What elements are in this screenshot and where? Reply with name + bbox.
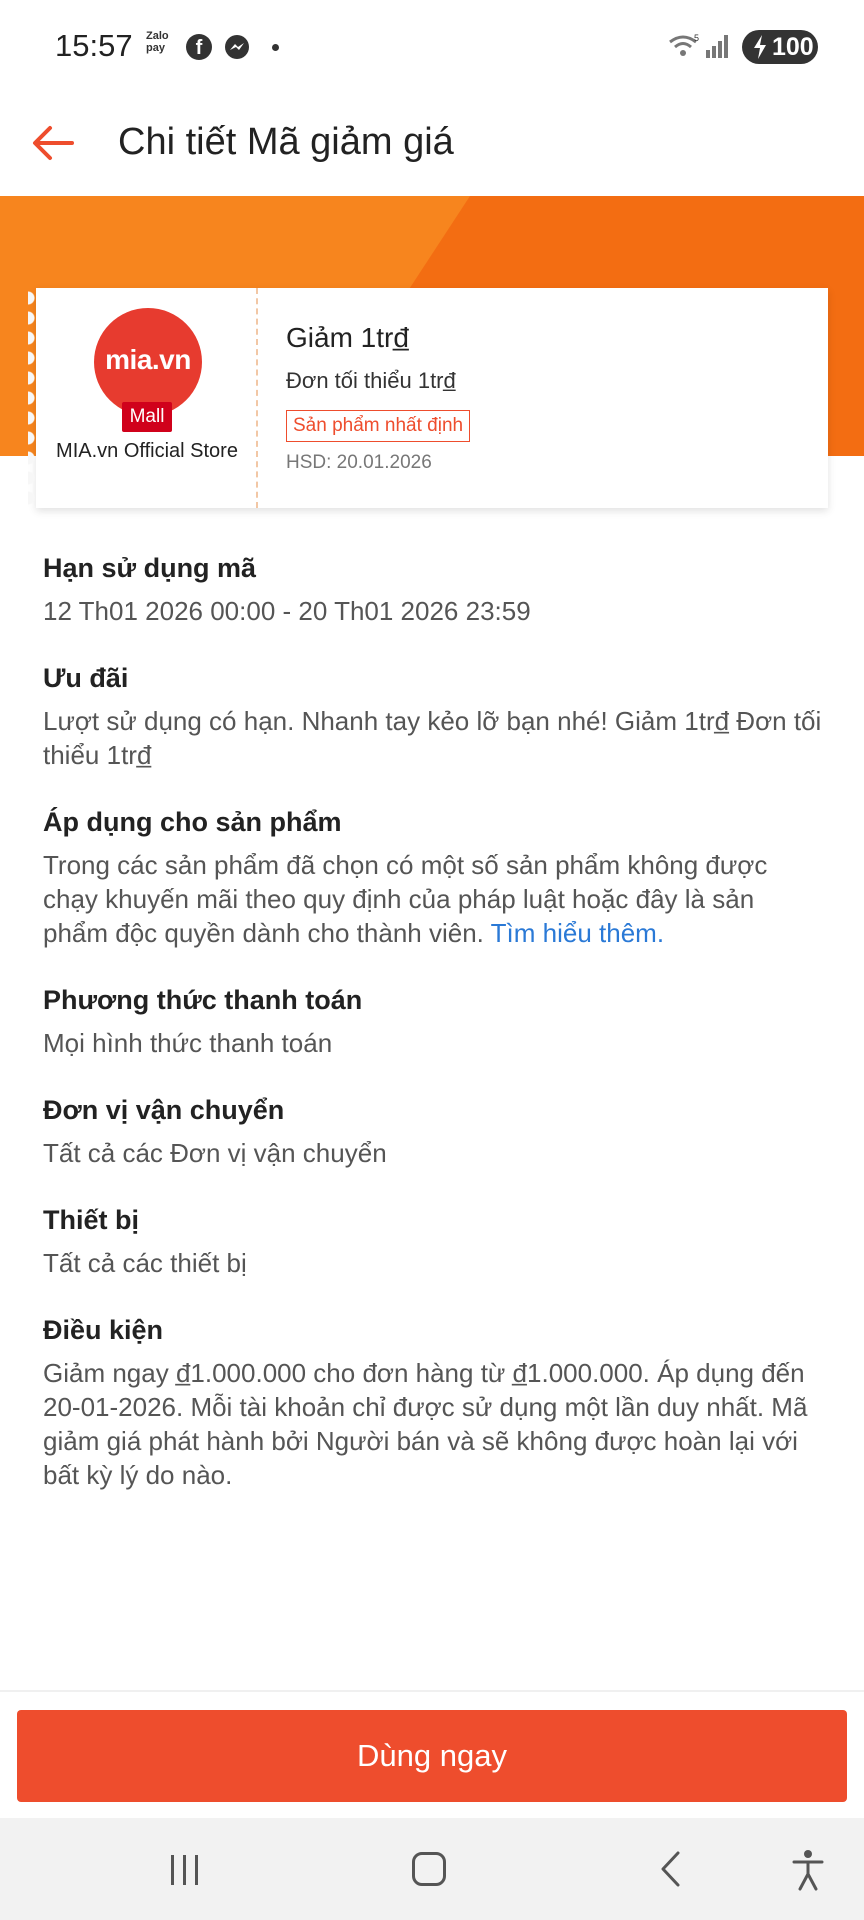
store-name: MIA.vn Official Store	[56, 440, 238, 462]
section-body: Trong các sản phẩm đã chọn có một số sản…	[43, 848, 823, 950]
section-applicable-products: Áp dụng cho sản phẩm Trong các sản phẩm …	[43, 802, 823, 950]
section-device: Thiết bị Tất cả các thiết bị	[43, 1200, 823, 1280]
voucher-min-order: Đơn tối thiểu 1trđ̲	[286, 368, 456, 393]
voucher-expiry: HSD: 20.01.2026	[286, 452, 432, 473]
section-body: Tất cả các thiết bị	[43, 1248, 247, 1278]
section-conditions: Điều kiện Giảm ngay đ̲1.000.000 cho đơn …	[43, 1310, 823, 1492]
section-body: 12 Th01 2026 00:00 - 20 Th01 2026 23:59	[43, 596, 531, 626]
learn-more-link[interactable]: Tìm hiểu thêm.	[491, 918, 664, 948]
zalopay-line2: pay	[146, 42, 165, 54]
battery-level: 100	[772, 33, 814, 61]
signal-icon	[706, 35, 728, 58]
voucher-scallop-edge	[28, 288, 44, 508]
voucher-title: Giảm 1trđ̲	[286, 322, 409, 353]
svg-text:5: 5	[694, 33, 699, 43]
section-body: Lượt sử dụng có hạn. Nhanh tay kẻo lỡ bạ…	[43, 706, 822, 770]
store-logo-text: mia.vn	[105, 344, 191, 375]
voucher-info: Giảm 1trđ̲ Đơn tối thiểu 1trđ̲ Sản phẩm …	[286, 288, 806, 508]
section-validity: Hạn sử dụng mã 12 Th01 2026 00:00 - 20 T…	[43, 548, 823, 628]
facebook-icon: f	[186, 34, 212, 60]
bottom-divider	[0, 1690, 864, 1692]
section-body: Tất cả các Đơn vị vận chuyển	[43, 1138, 387, 1168]
status-time: 15:57	[55, 28, 133, 63]
section-title: Đơn vị vận chuyển	[43, 1095, 285, 1125]
notification-dot-icon	[272, 44, 279, 51]
recents-icon[interactable]	[168, 1852, 202, 1888]
voucher-details: Hạn sử dụng mã 12 Th01 2026 00:00 - 20 T…	[43, 548, 823, 1522]
section-title: Hạn sử dụng mã	[43, 553, 257, 583]
mall-badge: Mall	[122, 402, 172, 432]
section-title: Ưu đãi	[43, 663, 129, 693]
battery-icon: 100	[742, 30, 818, 64]
home-icon[interactable]	[412, 1852, 446, 1886]
voucher-store-panel: mia.vn Mall MIA.vn Official Store	[28, 288, 258, 508]
wifi-icon: 5	[669, 33, 699, 56]
use-now-button[interactable]: Dùng ngay	[17, 1710, 847, 1802]
section-title: Điều kiện	[43, 1315, 164, 1345]
voucher-product-tag: Sản phẩm nhất định	[286, 410, 471, 442]
zalopay-icon: Zalo pay	[146, 30, 169, 54]
page-title: Chi tiết Mã giảm giá	[118, 121, 454, 163]
section-shipping: Đơn vị vận chuyển Tất cả các Đơn vị vận …	[43, 1090, 823, 1170]
section-offer: Ưu đãi Lượt sử dụng có hạn. Nhanh tay kẻ…	[43, 658, 823, 772]
accessibility-icon[interactable]	[790, 1848, 826, 1892]
section-body: Giảm ngay đ̲1.000.000 cho đơn hàng từ đ̲…	[43, 1358, 808, 1490]
section-title: Áp dụng cho sản phẩm	[43, 807, 342, 837]
messenger-icon	[225, 35, 249, 59]
voucher-card: mia.vn Mall MIA.vn Official Store Giảm 1…	[28, 288, 828, 508]
section-title: Thiết bị	[43, 1205, 139, 1235]
status-bar: 15:57 Zalo pay f 5 100	[0, 0, 864, 96]
zalopay-line1: Zalo	[146, 30, 169, 42]
system-nav-bar	[0, 1818, 864, 1920]
section-payment-method: Phương thức thanh toán Mọi hình thức tha…	[43, 980, 823, 1060]
charging-bolt-icon	[754, 35, 766, 59]
store-logo: mia.vn	[94, 308, 202, 416]
section-body: Mọi hình thức thanh toán	[43, 1028, 333, 1058]
section-title: Phương thức thanh toán	[43, 985, 363, 1015]
arrow-left-icon[interactable]	[26, 116, 80, 170]
app-header: Chi tiết Mã giảm giá	[0, 96, 864, 196]
back-icon[interactable]	[656, 1850, 686, 1888]
